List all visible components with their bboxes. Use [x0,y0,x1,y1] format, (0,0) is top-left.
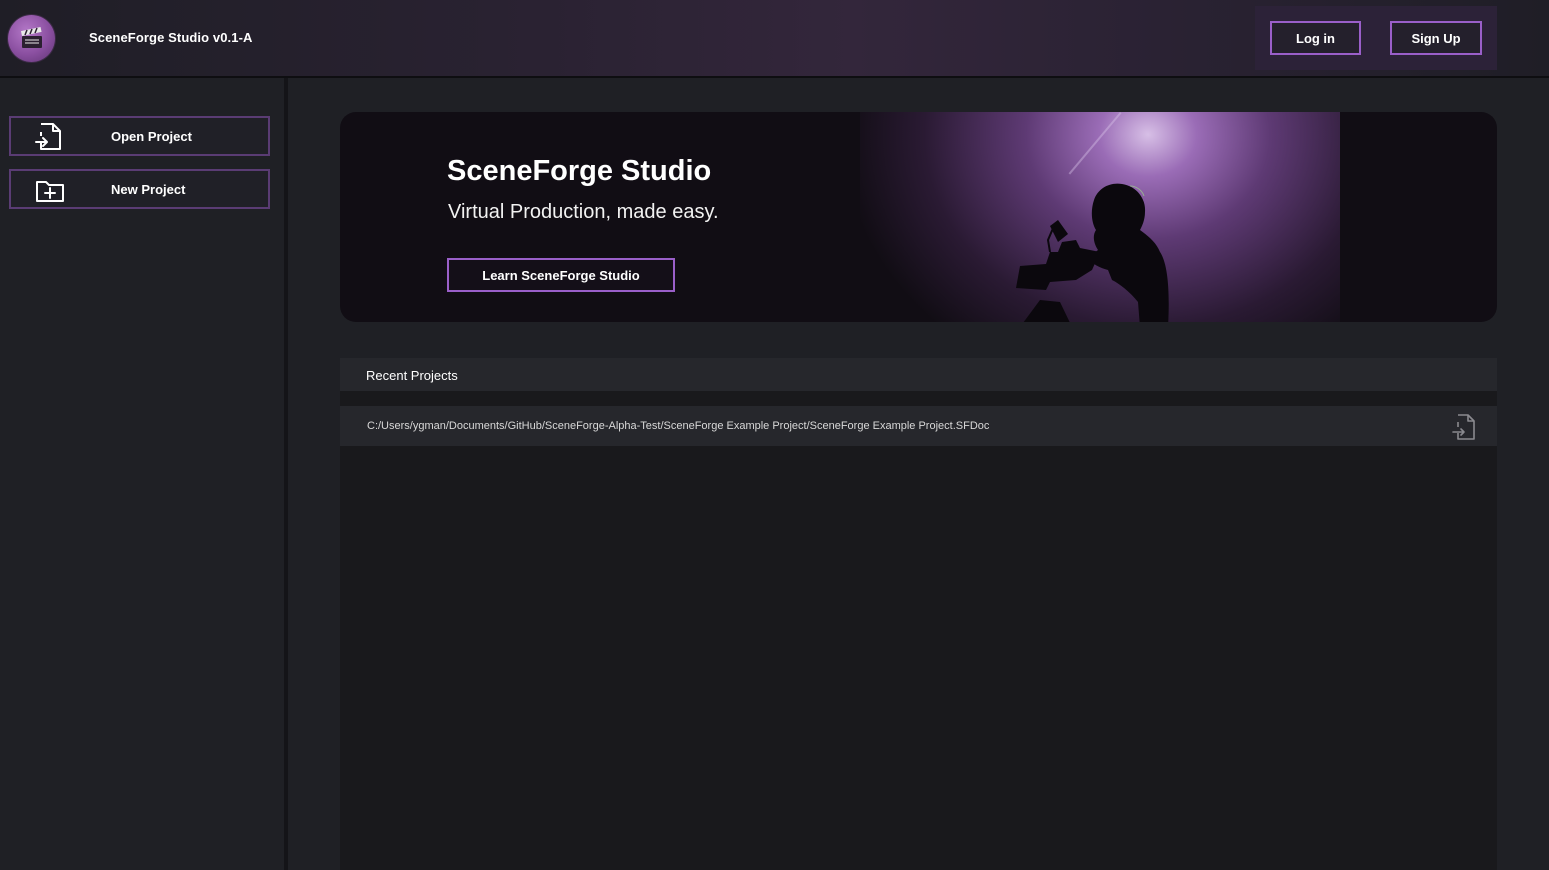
hero-banner: SceneForge Studio Virtual Production, ma… [340,112,1497,322]
hero-title: SceneForge Studio [447,155,712,187]
new-project-label: New Project [111,182,186,197]
login-button[interactable]: Log in [1270,21,1361,55]
learn-button[interactable]: Learn SceneForge Studio [447,258,675,292]
open-project-label: Open Project [111,129,192,144]
recent-project-path: C:/Users/ygman/Documents/GitHub/SceneFor… [367,420,990,432]
auth-panel: Log in Sign Up [1255,6,1497,70]
clapperboard-logo-icon [8,15,55,62]
new-project-button[interactable]: New Project [9,169,270,209]
open-file-icon[interactable] [1451,412,1479,442]
top-bar: SceneForge Studio v0.1-A Log in Sign Up [0,0,1549,78]
camera-operator-silhouette [1016,183,1169,322]
hero-subtitle: Virtual Production, made easy. [448,201,719,223]
signup-button[interactable]: Sign Up [1390,21,1482,55]
new-folder-icon [35,175,64,205]
open-file-icon [35,122,63,152]
open-project-button[interactable]: Open Project [9,116,270,156]
recent-projects-title: Recent Projects [366,368,458,383]
list-item[interactable]: C:/Users/ygman/Documents/GitHub/SceneFor… [340,406,1497,446]
recent-projects-header: Recent Projects [340,358,1497,391]
sidebar: Open Project New Project [0,78,284,870]
recent-projects-list: C:/Users/ygman/Documents/GitHub/SceneFor… [340,391,1497,870]
app-title: SceneForge Studio v0.1-A [89,30,253,45]
